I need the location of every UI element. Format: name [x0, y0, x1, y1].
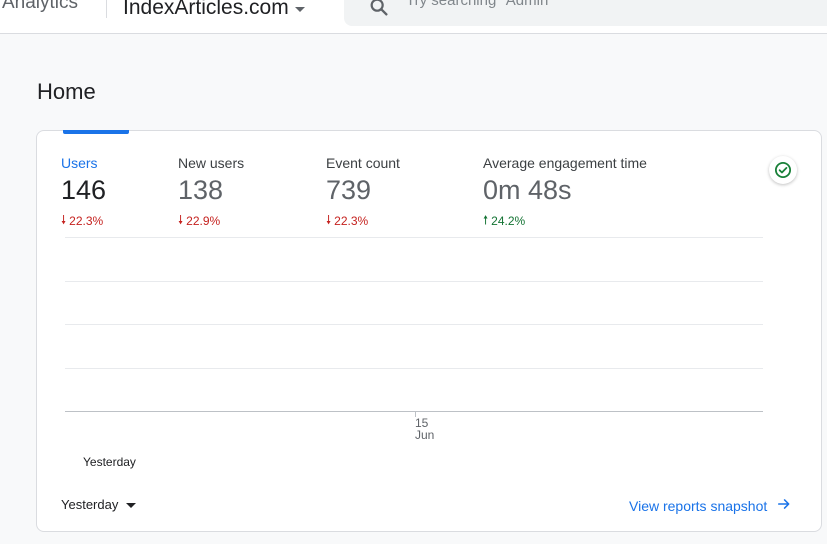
chart-gridline	[65, 324, 763, 325]
arrow-right-icon	[777, 497, 791, 514]
arrow-down-icon: 🠗	[178, 212, 184, 227]
metric-tab-new-users[interactable]: New users 138 🠗 22.9%	[178, 155, 244, 232]
metric-value: 138	[178, 175, 224, 205]
arrow-up-icon: 🠕	[483, 212, 489, 227]
metric-value: 146	[61, 175, 107, 205]
metric-value: 0m 48s	[483, 175, 572, 205]
product-name[interactable]: Analytics	[2, 0, 78, 14]
search-input[interactable]: Try searching "Admin"	[344, 0, 827, 26]
search-placeholder: Try searching "Admin"	[406, 0, 554, 9]
metric-change-value: 22.3%	[334, 214, 369, 229]
chevron-down-icon	[126, 502, 137, 508]
metric-change: 🠗 22.9%	[178, 211, 244, 232]
x-axis-month: Jun	[415, 428, 435, 442]
page-title: Home	[37, 79, 96, 104]
metric-change-value: 24.2%	[491, 214, 526, 229]
metric-change: 🠗 22.3%	[61, 211, 106, 232]
metric-label: Event count	[326, 155, 400, 171]
top-bar: Analytics IndexArticles.com Try searchin…	[0, 0, 827, 34]
overview-card: Users 146 🠗 22.3% New users 138 🠗 22.9% …	[36, 130, 822, 532]
link-label: View reports snapshot	[629, 497, 768, 514]
chart-gridline	[65, 368, 763, 369]
arrow-down-icon: 🠗	[326, 212, 332, 227]
metric-value: 739	[326, 175, 372, 205]
metric-change: 🠗 22.3%	[326, 211, 400, 232]
active-tab-indicator	[63, 130, 129, 134]
metric-tab-event-count[interactable]: Event count 739 🠗 22.3%	[326, 155, 400, 232]
chart-legend-label: Yesterday	[83, 455, 136, 469]
date-range-label: Yesterday	[61, 497, 119, 512]
chevron-down-icon	[294, 6, 305, 12]
metric-change-value: 22.9%	[186, 214, 221, 229]
arrow-down-icon: 🠗	[61, 212, 67, 227]
metric-label: New users	[178, 155, 245, 171]
date-range-dropdown[interactable]: Yesterday	[61, 497, 137, 512]
metric-label: Users	[61, 155, 98, 171]
metric-tab-engagement-time[interactable]: Average engagement time 0m 48s 🠕 24.2%	[483, 155, 647, 232]
header-divider	[106, 0, 107, 18]
search-icon	[368, 0, 390, 23]
metric-change: 🠕 24.2%	[483, 211, 647, 232]
x-axis-label: 15 Jun	[415, 417, 434, 441]
metric-change-value: 22.3%	[69, 214, 104, 229]
view-reports-snapshot-link[interactable]: View reports snapshot	[629, 497, 791, 514]
property-selector[interactable]: IndexArticles.com	[123, 0, 305, 20]
check-circle-icon[interactable]	[769, 156, 797, 184]
chart-baseline	[65, 411, 763, 412]
chart-gridline	[65, 237, 763, 238]
property-name: IndexArticles.com	[123, 0, 289, 19]
chart-gridline	[65, 281, 763, 282]
metric-label: Average engagement time	[483, 155, 647, 171]
metric-tab-users[interactable]: Users 146 🠗 22.3%	[61, 155, 106, 232]
